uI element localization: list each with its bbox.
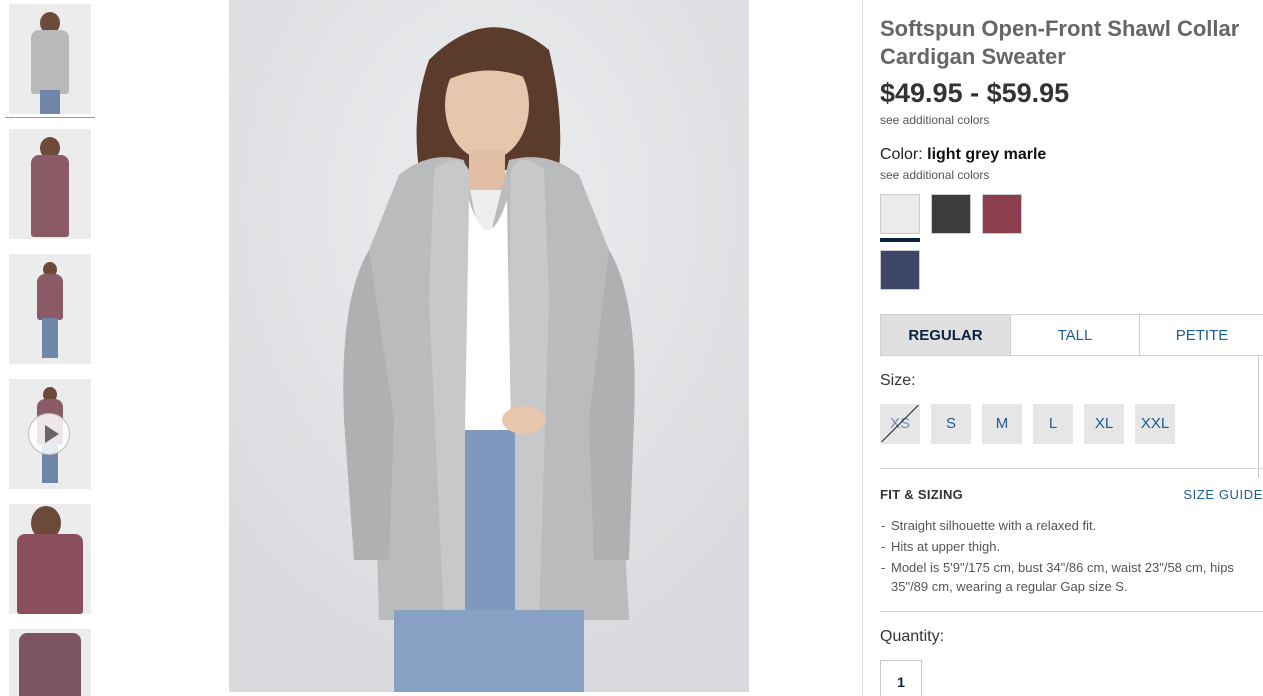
- size-xxl-button[interactable]: XXL: [1135, 404, 1175, 444]
- thumbnail-figure: [42, 318, 58, 358]
- thumbnail-figure: [31, 155, 69, 237]
- swatch-burgundy[interactable]: [982, 194, 1022, 234]
- size-s-button[interactable]: S: [931, 404, 971, 444]
- fit-sizing-heading: FIT & SIZING: [880, 487, 964, 502]
- size-xs-button[interactable]: XS: [880, 404, 920, 444]
- color-label: Color:: [880, 146, 923, 163]
- size-guide-link[interactable]: SIZE GUIDE: [1183, 487, 1263, 502]
- main-product-image[interactable]: [229, 0, 749, 692]
- see-additional-colors-link[interactable]: see additional colors: [880, 113, 989, 127]
- swatch-selected-indicator: [880, 238, 920, 242]
- tab-petite[interactable]: PETITE: [1140, 315, 1263, 355]
- panel-divider: [862, 0, 863, 696]
- swatch-charcoal[interactable]: [931, 194, 971, 234]
- model-photo: [229, 0, 749, 692]
- list-item: Hits at upper thigh.: [880, 537, 1263, 556]
- color-value: light grey marle: [927, 146, 1047, 163]
- product-title: Softspun Open-Front Shawl Collar Cardiga…: [880, 16, 1240, 69]
- product-details-panel: Softspun Open-Front Shawl Collar Cardiga…: [880, 0, 1263, 696]
- thumbnail-front-grey[interactable]: [9, 4, 91, 114]
- thumbnail-video[interactable]: [9, 379, 91, 489]
- divider: [880, 468, 1263, 469]
- divider: [880, 611, 1263, 612]
- swatch-light-grey-marle[interactable]: [880, 194, 920, 234]
- product-price: $49.95 - $59.95: [880, 78, 1070, 108]
- tab-tall[interactable]: TALL: [1011, 315, 1140, 355]
- thumbnail-figure: [40, 90, 60, 114]
- thumbnail-figure: [37, 274, 63, 320]
- scrollbar-track[interactable]: [1258, 356, 1259, 478]
- thumbnail-back-burgundy[interactable]: [9, 129, 91, 239]
- size-xl-button[interactable]: XL: [1084, 404, 1124, 444]
- thumbnail-back-closeup[interactable]: [9, 629, 91, 696]
- list-item: Model is 5'9"/175 cm, bust 34"/86 cm, wa…: [880, 558, 1263, 596]
- see-additional-colors-link-2[interactable]: see additional colors: [880, 168, 989, 182]
- color-selection: Color: light grey marle: [880, 146, 1046, 164]
- fit-tabs: REGULAR TALL PETITE: [880, 314, 1263, 356]
- thumbnail-selected-indicator: [5, 117, 95, 118]
- thumbnail-closeup-burgundy[interactable]: [9, 504, 91, 614]
- thumbnail-full-burgundy[interactable]: [9, 254, 91, 364]
- size-l-button[interactable]: L: [1033, 404, 1073, 444]
- thumbnail-figure: [17, 534, 83, 614]
- play-icon[interactable]: [28, 413, 70, 455]
- quantity-label: Quantity:: [880, 628, 945, 645]
- quantity-input[interactable]: 1: [880, 660, 922, 696]
- thumbnail-figure: [31, 30, 69, 94]
- size-label: Size:: [880, 372, 916, 389]
- list-item: Straight silhouette with a relaxed fit.: [880, 516, 1263, 535]
- thumbnail-rail: [0, 0, 100, 696]
- size-m-button[interactable]: M: [982, 404, 1022, 444]
- tab-regular[interactable]: REGULAR: [881, 315, 1011, 355]
- swatch-navy[interactable]: [880, 250, 920, 290]
- fit-sizing-list: Straight silhouette with a relaxed fit. …: [880, 516, 1263, 598]
- thumbnail-figure: [19, 633, 81, 696]
